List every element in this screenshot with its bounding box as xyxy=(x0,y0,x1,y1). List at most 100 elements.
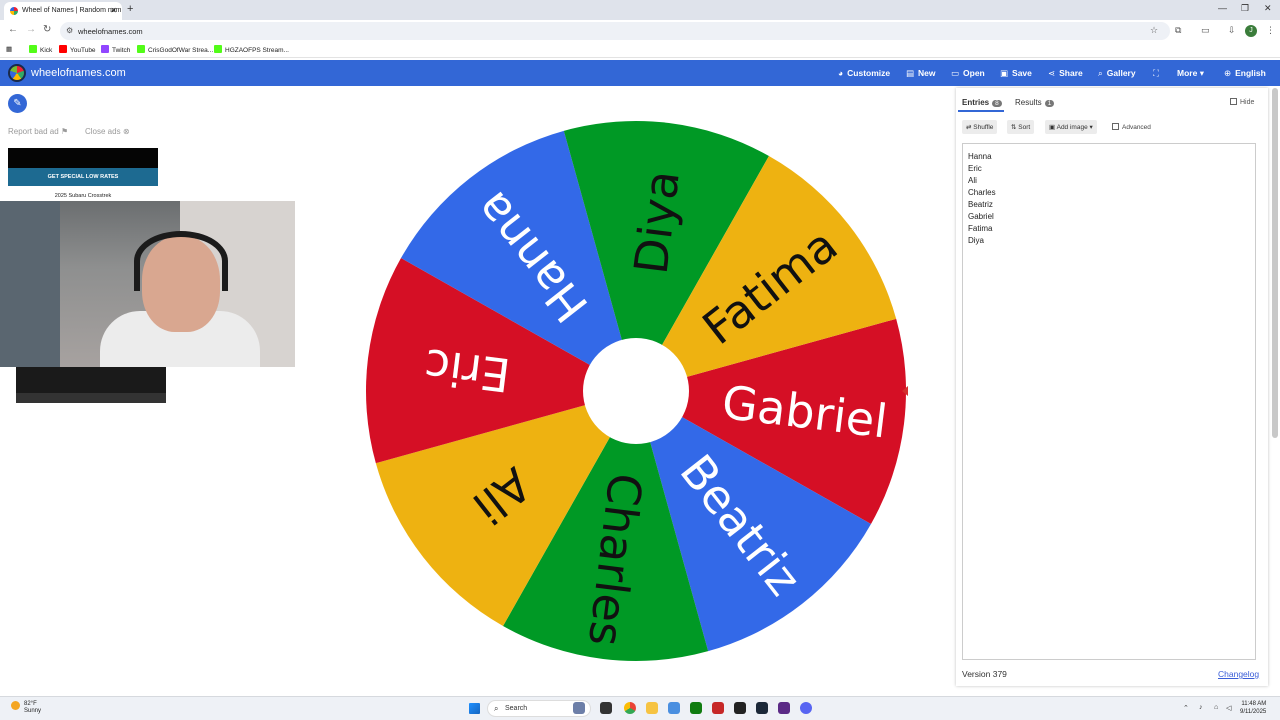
bookmark-kick[interactable]: Kick xyxy=(29,45,52,54)
bookmark-crisgodofwar[interactable]: CrisGodOfWar Strea... xyxy=(137,45,213,54)
discord-icon[interactable] xyxy=(800,702,812,714)
entry-line: Diya xyxy=(968,236,985,245)
hide-checkbox[interactable]: Hide xyxy=(1230,98,1254,106)
ad-cta-button[interactable]: GET SPECIAL LOW RATES xyxy=(8,168,158,186)
sun-icon xyxy=(11,701,20,710)
close-circle-icon: ⊗ xyxy=(122,127,130,136)
microphone-icon[interactable]: ♪ xyxy=(1199,704,1203,711)
tab-search-icon[interactable]: ▭ xyxy=(1201,25,1210,36)
windows-start-icon[interactable] xyxy=(469,703,480,714)
browser-menu-icon[interactable]: ⋮ xyxy=(1266,25,1275,36)
entry-line: Beatriz xyxy=(968,200,993,209)
webcam-overlay xyxy=(0,201,295,367)
bookmark-youtube[interactable]: YouTube xyxy=(59,45,96,54)
windows-taskbar: 82°F Sunny ⌕ Search ⌃ ♪ ⌂ ◁ 11:48 AM 9/1… xyxy=(0,696,1280,720)
site-info-icon[interactable]: ⚙ xyxy=(66,26,73,35)
gallery-button[interactable]: ⌕ Gallery xyxy=(1098,68,1136,79)
ad-caption: 2025 Subaru Crosstrek xyxy=(54,193,112,199)
close-ads-link[interactable]: Close ads ⊗ xyxy=(85,127,130,136)
mini-video-player[interactable] xyxy=(16,367,166,403)
sort-icon: ⇅ xyxy=(1011,124,1017,131)
app-icon-red[interactable] xyxy=(712,702,724,714)
extensions-icon[interactable]: ⧉ xyxy=(1175,25,1181,36)
checkbox-icon xyxy=(1230,98,1237,105)
entry-line: Fatima xyxy=(968,224,993,233)
brand-name[interactable]: wheelofnames.com xyxy=(31,67,126,79)
page-scrollbar[interactable] xyxy=(1272,88,1278,438)
globe-icon: ⊕ xyxy=(1224,68,1232,78)
weather-widget[interactable]: 82°F Sunny xyxy=(11,701,42,715)
search-highlight-icon[interactable] xyxy=(573,702,585,714)
weather-condition: Sunny xyxy=(24,708,42,714)
forward-icon[interactable]: → xyxy=(26,24,36,35)
report-bad-ad-link[interactable]: Report bad ad ⚑ xyxy=(8,127,68,136)
system-clock[interactable]: 11:48 AM 9/11/2025 xyxy=(1240,700,1266,716)
steam-icon[interactable] xyxy=(756,702,768,714)
palette-icon: ◕ xyxy=(838,68,844,78)
save-icon: ▣ xyxy=(1000,68,1009,78)
shuffle-icon: ⇄ xyxy=(966,124,972,131)
wheel-favicon-icon xyxy=(10,7,18,15)
volume-icon[interactable]: ◁ xyxy=(1226,704,1231,712)
new-tab-button[interactable]: + xyxy=(127,3,133,15)
save-button[interactable]: ▣ Save xyxy=(1000,68,1032,79)
fullscreen-button[interactable]: ⛶ xyxy=(1153,68,1163,79)
more-button[interactable]: More ▾ xyxy=(1177,68,1204,79)
webcam-background-shelf xyxy=(0,201,60,367)
copilot-icon[interactable] xyxy=(668,702,680,714)
shuffle-button[interactable]: ⇄ Shuffle xyxy=(962,120,998,134)
bookmark-star-icon[interactable]: ☆ xyxy=(1150,25,1158,36)
advertisement[interactable]: GET SPECIAL LOW RATES xyxy=(8,148,158,186)
close-window-icon[interactable]: ✕ xyxy=(1264,3,1272,14)
bookmark-hgzaofps[interactable]: HGZAOFPS Stream... xyxy=(214,45,289,54)
apps-grid-icon[interactable]: ▦ xyxy=(6,45,12,53)
edit-pencil-icon[interactable]: ✎ xyxy=(8,94,27,113)
network-icon[interactable]: ⌂ xyxy=(1214,704,1218,711)
wheel-of-names[interactable]: Gabriel Beatriz Charles Ali Eric Hanna Diya Fat… xyxy=(364,119,908,663)
entries-panel: Entries 8 Results 1 Hide ⇄ Shuffle ⇅ Sort … xyxy=(956,88,1268,686)
headphones-icon xyxy=(134,231,228,291)
tab-entries[interactable]: Entries 8 xyxy=(962,98,1002,107)
app-header: wheelofnames.com ◕ Customize ▤ New ▭ Open ▣… xyxy=(0,60,1280,86)
minimize-icon[interactable]: — xyxy=(1218,3,1227,13)
chevron-down-icon: ▾ xyxy=(1089,124,1093,131)
reload-icon[interactable]: ↻ xyxy=(43,24,51,35)
address-bar[interactable]: ⚙ wheelofnames.com xyxy=(60,22,1170,40)
wheel-logo-icon[interactable] xyxy=(8,64,26,82)
changelog-link[interactable]: Changelog xyxy=(1218,669,1259,679)
app-icon-purple[interactable] xyxy=(778,702,790,714)
close-tab-icon[interactable]: ✕ xyxy=(110,6,117,15)
entries-textarea[interactable]: Hanna Eric Ali Charles Beatriz Gabriel F… xyxy=(962,143,1256,660)
language-button[interactable]: ⊕ English xyxy=(1224,68,1266,79)
file-explorer-icon[interactable] xyxy=(646,702,658,714)
task-view-icon[interactable] xyxy=(600,702,612,714)
open-button[interactable]: ▭ Open xyxy=(951,68,985,79)
customize-button[interactable]: ◕ Customize xyxy=(838,68,890,78)
restore-icon[interactable]: ❐ xyxy=(1241,3,1249,14)
entry-line: Hanna xyxy=(968,152,992,161)
folder-icon: ▭ xyxy=(951,68,960,78)
epic-games-icon[interactable] xyxy=(734,702,746,714)
profile-avatar[interactable]: J xyxy=(1245,25,1257,37)
tray-chevron-icon[interactable]: ⌃ xyxy=(1183,704,1189,712)
share-button[interactable]: ⋖ Share xyxy=(1048,68,1083,79)
sort-button[interactable]: ⇅ Sort xyxy=(1007,120,1035,134)
entry-line: Charles xyxy=(968,188,996,197)
add-image-button[interactable]: ▣ Add image ▾ xyxy=(1045,120,1097,134)
xbox-icon[interactable] xyxy=(690,702,702,714)
browser-tab[interactable]: Wheel of Names | Random nam ✕ xyxy=(4,2,122,20)
advanced-checkbox[interactable]: Advanced xyxy=(1112,123,1151,131)
clock-date: 9/11/2025 xyxy=(1240,709,1267,715)
video-controls-bar[interactable] xyxy=(16,393,166,403)
new-button[interactable]: ▤ New xyxy=(906,68,936,79)
flag-icon: ⚑ xyxy=(60,127,69,136)
wheel-center-button[interactable] xyxy=(583,338,689,444)
kick-icon xyxy=(137,45,145,53)
chrome-icon[interactable] xyxy=(624,702,636,714)
weather-temp: 82°F xyxy=(24,701,37,707)
bookmark-twitch[interactable]: Twitch xyxy=(101,45,130,54)
downloads-icon[interactable]: ⇩ xyxy=(1228,25,1236,36)
tab-results[interactable]: Results 1 xyxy=(1015,98,1055,107)
wheel-svg[interactable]: GabrielBeatrizCharlesAliEricHanna Diya Fat… xyxy=(364,119,908,663)
back-icon[interactable]: ← xyxy=(8,24,18,35)
